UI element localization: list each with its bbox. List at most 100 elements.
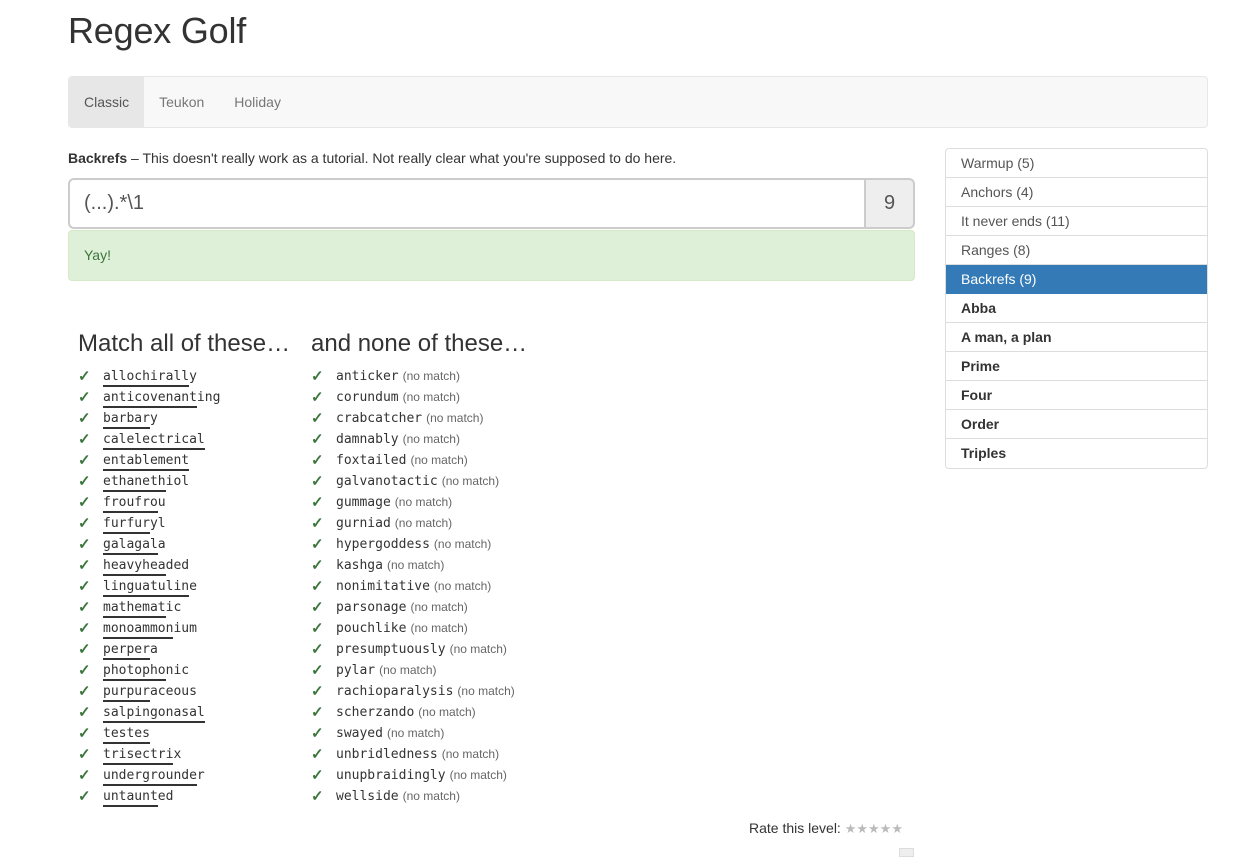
scrollbar-nub[interactable]: [899, 848, 914, 857]
match-word: trisectrix: [103, 744, 181, 765]
match-word: ethanethiol: [103, 471, 189, 492]
unmatched-part: r: [196, 768, 205, 783]
nomatch-word: gummage: [336, 495, 391, 510]
match-word: perpera: [103, 639, 158, 660]
nomatch-word-row: ✓ damnably (no match): [311, 429, 515, 450]
success-alert: Yay!: [68, 230, 915, 281]
nomatch-word: foxtailed: [336, 453, 407, 468]
nomatch-word-row: ✓ corundum (no match): [311, 387, 515, 408]
match-word: salpingonasal: [103, 702, 205, 723]
check-icon: ✓: [78, 515, 91, 532]
regex-input-group: 9: [68, 178, 915, 229]
match-word-row: ✓ untaunted: [78, 786, 220, 807]
check-icon: ✓: [78, 368, 91, 385]
nomatch-word: rachioparalysis: [336, 684, 454, 699]
nomatch-word: galvanotactic: [336, 474, 438, 489]
nomatch-word: hypergoddess: [336, 537, 430, 552]
nomatch-word: swayed: [336, 726, 383, 741]
match-word-row: ✓ salpingonasal: [78, 702, 220, 723]
nomatch-word-row: ✓ presumptuously (no match): [311, 639, 515, 660]
sidebar-item-order[interactable]: Order: [946, 410, 1207, 439]
matched-part: barbar: [103, 411, 150, 429]
matched-part: furfur: [103, 516, 150, 534]
match-word-row: ✓ heavyheaded: [78, 555, 220, 576]
check-icon: ✓: [311, 578, 324, 595]
nomatch-word: pylar: [336, 663, 376, 678]
check-icon: ✓: [311, 788, 324, 805]
no-match-label: (no match): [386, 726, 445, 740]
nomatch-word-row: ✓ parsonage (no match): [311, 597, 515, 618]
match-word: galagala: [103, 534, 166, 555]
check-icon: ✓: [311, 704, 324, 721]
rating-stars[interactable]: ★★★★★: [845, 821, 903, 836]
match-word: calelectrical: [103, 429, 205, 450]
match-word-row: ✓ photophonic: [78, 660, 220, 681]
sidebar-item-anchors-4[interactable]: Anchors (4): [946, 178, 1207, 207]
no-match-label: (no match): [394, 516, 453, 530]
sidebar-item-prime[interactable]: Prime: [946, 352, 1207, 381]
no-match-label: (no match): [410, 621, 468, 635]
no-match-label: (no match): [418, 705, 476, 719]
no-match-label: (no match): [457, 684, 515, 698]
sidebar-item-it-never-ends-11[interactable]: It never ends (11): [946, 207, 1207, 236]
matched-part: trisectri: [103, 747, 174, 765]
matched-part: froufro: [103, 495, 158, 513]
check-icon: ✓: [78, 494, 91, 511]
match-word: testes: [103, 723, 150, 744]
page-title: Regex Golf: [68, 10, 247, 51]
sidebar-item-four[interactable]: Four: [946, 381, 1207, 410]
tab-holiday[interactable]: Holiday: [219, 77, 296, 127]
match-word: furfuryl: [103, 513, 166, 534]
check-icon: ✓: [78, 578, 91, 595]
nomatch-word-row: ✓ pouchlike (no match): [311, 618, 515, 639]
match-word-row: ✓ purpuraceous: [78, 681, 220, 702]
match-word-row: ✓ perpera: [78, 639, 220, 660]
unmatched-part: u: [157, 495, 166, 510]
unmatched-part: y: [149, 411, 158, 426]
matched-part: testes: [103, 726, 150, 744]
sidebar-item-ranges-8[interactable]: Ranges (8): [946, 236, 1207, 265]
nomatch-word: anticker: [336, 369, 399, 384]
rate-level: Rate this level: ★★★★★: [749, 820, 903, 837]
nomatch-heading: and none of these…: [311, 330, 528, 357]
check-icon: ✓: [78, 431, 91, 448]
nomatch-word-row: ✓ kashga (no match): [311, 555, 515, 576]
check-icon: ✓: [78, 389, 91, 406]
match-word-row: ✓ anticovenanting: [78, 387, 220, 408]
check-icon: ✓: [78, 746, 91, 763]
matched-part: ethaneth: [103, 474, 166, 492]
check-icon: ✓: [311, 536, 324, 553]
check-icon: ✓: [311, 620, 324, 637]
match-word: photophonic: [103, 660, 189, 681]
nomatch-word: damnably: [336, 432, 399, 447]
regex-input[interactable]: [68, 178, 864, 229]
sidebar-item-a-man-a-plan[interactable]: A man, a plan: [946, 323, 1207, 352]
nomatch-word-row: ✓ gurniad (no match): [311, 513, 515, 534]
no-match-label: (no match): [433, 537, 492, 551]
no-match-label: (no match): [449, 642, 507, 656]
check-icon: ✓: [311, 431, 324, 448]
match-word: linguatuline: [103, 576, 197, 597]
sidebar-item-backrefs-9[interactable]: Backrefs (9): [946, 265, 1207, 294]
tab-classic[interactable]: Classic: [69, 77, 145, 127]
sidebar-item-abba[interactable]: Abba: [946, 294, 1207, 323]
check-icon: ✓: [78, 704, 91, 721]
tab-teukon[interactable]: Teukon: [144, 77, 219, 127]
unmatched-part: iol: [165, 474, 190, 489]
check-icon: ✓: [311, 641, 324, 658]
nomatch-word: unbridledness: [336, 747, 438, 762]
rate-label: Rate this level:: [749, 820, 841, 836]
nomatch-word: corundum: [336, 390, 399, 405]
unmatched-part: ium: [173, 621, 197, 636]
nomatch-list: ✓ anticker (no match) ✓ corundum (no match) ✓ c…: [311, 366, 515, 807]
nomatch-word: gurniad: [336, 516, 391, 531]
sidebar-item-warmup-5[interactable]: Warmup (5): [946, 149, 1207, 178]
no-match-label: (no match): [379, 663, 437, 677]
nomatch-word: kashga: [336, 558, 383, 573]
sidebar-item-triples[interactable]: Triples: [946, 439, 1207, 468]
check-icon: ✓: [311, 746, 324, 763]
no-match-label: (no match): [441, 747, 500, 761]
unmatched-part: ed: [157, 789, 174, 804]
nomatch-word: pouchlike: [336, 621, 407, 636]
match-word-row: ✓ trisectrix: [78, 744, 220, 765]
